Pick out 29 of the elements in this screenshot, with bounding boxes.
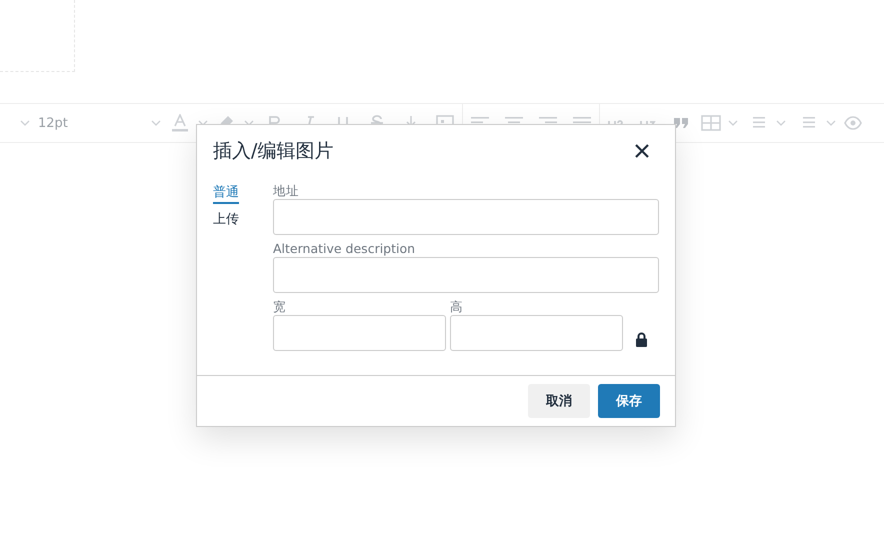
chevron-icon[interactable]	[244, 120, 254, 126]
table-icon[interactable]	[701, 115, 721, 131]
input-field[interactable]	[273, 199, 659, 235]
save-button[interactable]: 保存	[598, 384, 660, 418]
preview-icon[interactable]	[844, 116, 862, 130]
dialog-tab[interactable]: 上传	[213, 210, 239, 231]
lock-icon[interactable]	[636, 332, 647, 347]
field-label: 宽	[273, 299, 287, 315]
dialog-tab[interactable]: 普通	[213, 183, 239, 204]
chevron-icon[interactable]	[826, 120, 836, 126]
underline-icon[interactable]	[335, 115, 351, 125]
field-label: Alternative description	[273, 241, 416, 257]
strike-icon[interactable]	[369, 115, 385, 125]
text-color-icon[interactable]	[172, 114, 188, 132]
chevron-icon[interactable]	[198, 120, 208, 126]
dialog-title: 插入/编辑图片	[213, 139, 334, 164]
input-field[interactable]	[273, 315, 446, 351]
cancel-button[interactable]: 取消	[528, 384, 590, 418]
input-field[interactable]	[450, 315, 623, 351]
chevron-icon[interactable]	[151, 120, 161, 126]
input-field[interactable]	[273, 257, 659, 293]
chevron-icon[interactable]	[776, 120, 786, 126]
field-label: 地址	[273, 183, 300, 199]
bold-icon[interactable]	[267, 115, 283, 125]
chevron-icon[interactable]	[20, 120, 30, 126]
chevron-icon[interactable]	[728, 120, 738, 126]
quote-icon[interactable]	[673, 117, 689, 129]
field-label: 高	[450, 299, 464, 315]
font-size-select[interactable]: 12pt	[38, 116, 146, 130]
